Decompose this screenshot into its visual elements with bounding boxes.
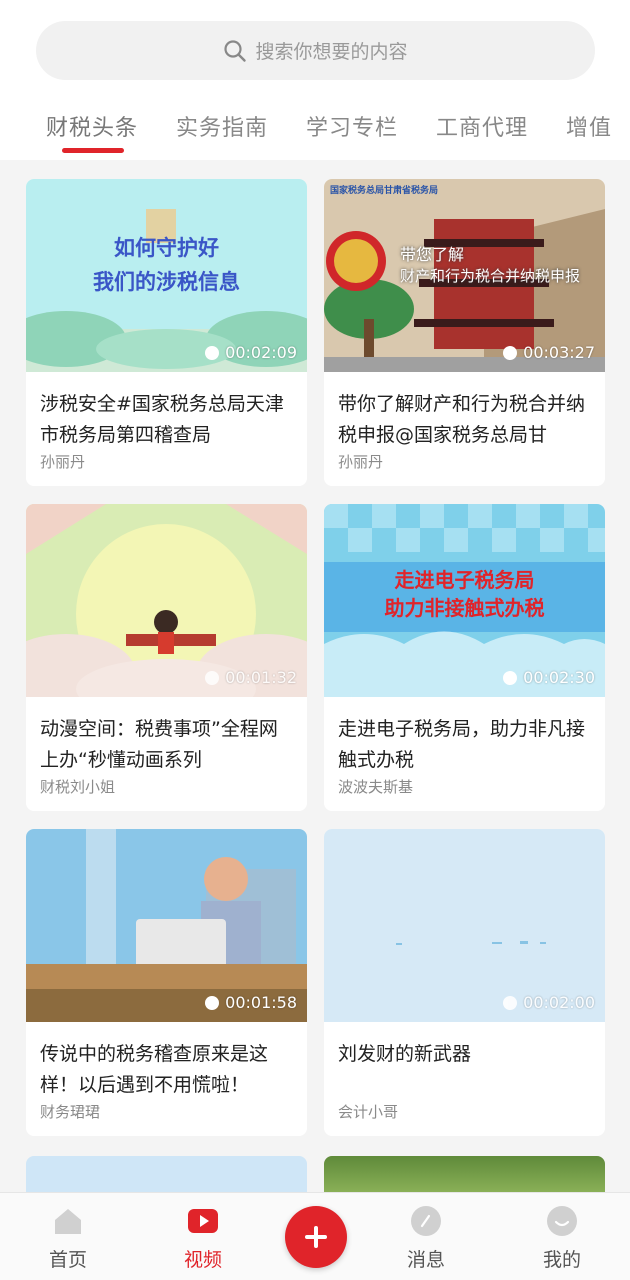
thumbnail-caption: 如何守护好 [114, 236, 219, 260]
video-author: 财税刘小姐 [40, 778, 116, 796]
video-title: 传说中的税务稽查原来是这样！以后遇到不用慌啦！ [40, 1043, 269, 1096]
video-icon [188, 1209, 218, 1233]
play-icon [503, 670, 518, 685]
duration-text: 00:02:30 [523, 668, 595, 687]
tab-gongshang-daili[interactable]: 工商代理 [436, 110, 528, 142]
video-title: 带你了解财产和行为税合并纳税申报@国家税务总局甘 [338, 393, 586, 446]
nav-messages[interactable]: 消息 [376, 1193, 476, 1280]
video-thumbnail: 国家税务总局甘肃省税务局 带您了解 财产和行为税合并纳税申报 00:03:27 [324, 179, 605, 372]
video-author: 孙丽丹 [40, 453, 86, 471]
thumbnail-caption: 带您了解 [400, 245, 465, 264]
video-author: 会计小哥 [338, 1103, 399, 1121]
nav-video[interactable]: 视频 [153, 1193, 253, 1280]
video-thumbnail: 走进电子税务局 助力非接触式办税 00:02:30 [324, 504, 605, 697]
video-duration: 00:02:30 [503, 668, 595, 687]
thumbnail-caption: 走进电子税务局 [394, 568, 535, 592]
home-icon [55, 1209, 81, 1234]
play-icon [205, 995, 220, 1010]
video-duration: 00:03:27 [503, 343, 595, 362]
video-card[interactable]: 00:01:58 传说中的税务稽查原来是这样！以后遇到不用慌啦！ 财务珺珺 [26, 829, 307, 1136]
video-card[interactable]: 如何守护好 我们的涉税信息 00:02:09 涉税安全#国家税务总局天津市税务局… [26, 179, 307, 486]
nav-home[interactable]: 首页 [18, 1193, 118, 1280]
profile-icon [547, 1206, 577, 1236]
video-thumbnail: 00:01:58 [26, 829, 307, 1022]
video-thumbnail: 如何守护好 我们的涉税信息 00:02:09 [26, 179, 307, 372]
duration-text: 00:02:09 [225, 343, 297, 362]
video-card[interactable]: 00:01:32 动漫空间：税费事项”全程网上办“秒懂动画系列 财税刘小姐 [26, 504, 307, 811]
video-card[interactable] [26, 1156, 307, 1196]
tab-zengzhi[interactable]: 增值 [566, 110, 612, 142]
play-icon [205, 345, 220, 360]
video-title: 走进电子税务局，助力非凡接触式办税 [338, 718, 586, 771]
video-card[interactable] [324, 1156, 605, 1196]
search-icon [224, 39, 247, 62]
tab-caishui-toutiao[interactable]: 财税头条 [46, 110, 138, 142]
nav-video-label: 视频 [183, 1249, 222, 1271]
video-card[interactable]: 国家税务总局甘肃省税务局 带您了解 财产和行为税合并纳税申报 00:03:27 … [324, 179, 605, 486]
video-title: 刘发财的新武器 [338, 1043, 472, 1065]
video-author: 孙丽丹 [338, 453, 384, 471]
video-card[interactable]: 走进电子税务局 助力非接触式办税 00:02:30 走进电子税务局，助力非凡接触… [324, 504, 605, 811]
nav-profile[interactable]: 我的 [512, 1193, 612, 1280]
video-duration: 00:01:58 [205, 993, 297, 1012]
video-thumbnail: 00:01:32 [26, 504, 307, 697]
thumbnail-caption: 我们的涉税信息 [93, 270, 240, 294]
tab-xuexi-zhuanlan[interactable]: 学习专栏 [306, 110, 398, 142]
message-icon [411, 1206, 441, 1236]
top-header: 搜索你想要的内容 财税头条 实务指南 学习专栏 工商代理 增值 [0, 0, 630, 160]
tab-shiwu-zhinan[interactable]: 实务指南 [176, 110, 268, 142]
plus-icon [305, 1226, 327, 1248]
video-thumbnail: 00:02:00 [324, 829, 605, 1022]
video-thumbnail [324, 1156, 605, 1196]
video-duration: 00:02:09 [205, 343, 297, 362]
active-tab-indicator [62, 148, 124, 153]
thumbnail-caption: 助力非接触式办税 [384, 596, 545, 620]
publish-button[interactable] [285, 1206, 347, 1268]
thumbnail-caption: 国家税务总局甘肃省税务局 [330, 186, 439, 196]
video-title: 涉税安全#国家税务总局天津市税务局第四稽查局 [40, 393, 284, 446]
play-icon [205, 670, 220, 685]
video-author: 财务珺珺 [40, 1103, 101, 1121]
duration-text: 00:03:27 [523, 343, 595, 362]
video-title: 动漫空间：税费事项”全程网上办“秒懂动画系列 [40, 718, 278, 771]
video-duration: 00:01:32 [205, 668, 297, 687]
video-card[interactable]: 00:02:00 刘发财的新武器 会计小哥 [324, 829, 605, 1136]
search-placeholder: 搜索你想要的内容 [255, 41, 408, 63]
nav-messages-label: 消息 [406, 1249, 445, 1271]
duration-text: 00:01:32 [225, 668, 297, 687]
video-author: 波波夫斯基 [338, 778, 414, 796]
video-thumbnail [26, 1156, 307, 1196]
nav-home-label: 首页 [48, 1249, 87, 1271]
play-icon [503, 345, 518, 360]
duration-text: 00:02:00 [523, 993, 595, 1012]
search-bar[interactable]: 搜索你想要的内容 [36, 21, 595, 80]
thumbnail-caption: 财产和行为税合并纳税申报 [400, 267, 581, 285]
category-tabs: 财税头条 实务指南 学习专栏 工商代理 增值 [0, 100, 630, 156]
duration-text: 00:01:58 [225, 993, 297, 1012]
nav-profile-label: 我的 [542, 1249, 581, 1271]
video-duration: 00:02:00 [503, 993, 595, 1012]
play-icon [503, 995, 518, 1010]
